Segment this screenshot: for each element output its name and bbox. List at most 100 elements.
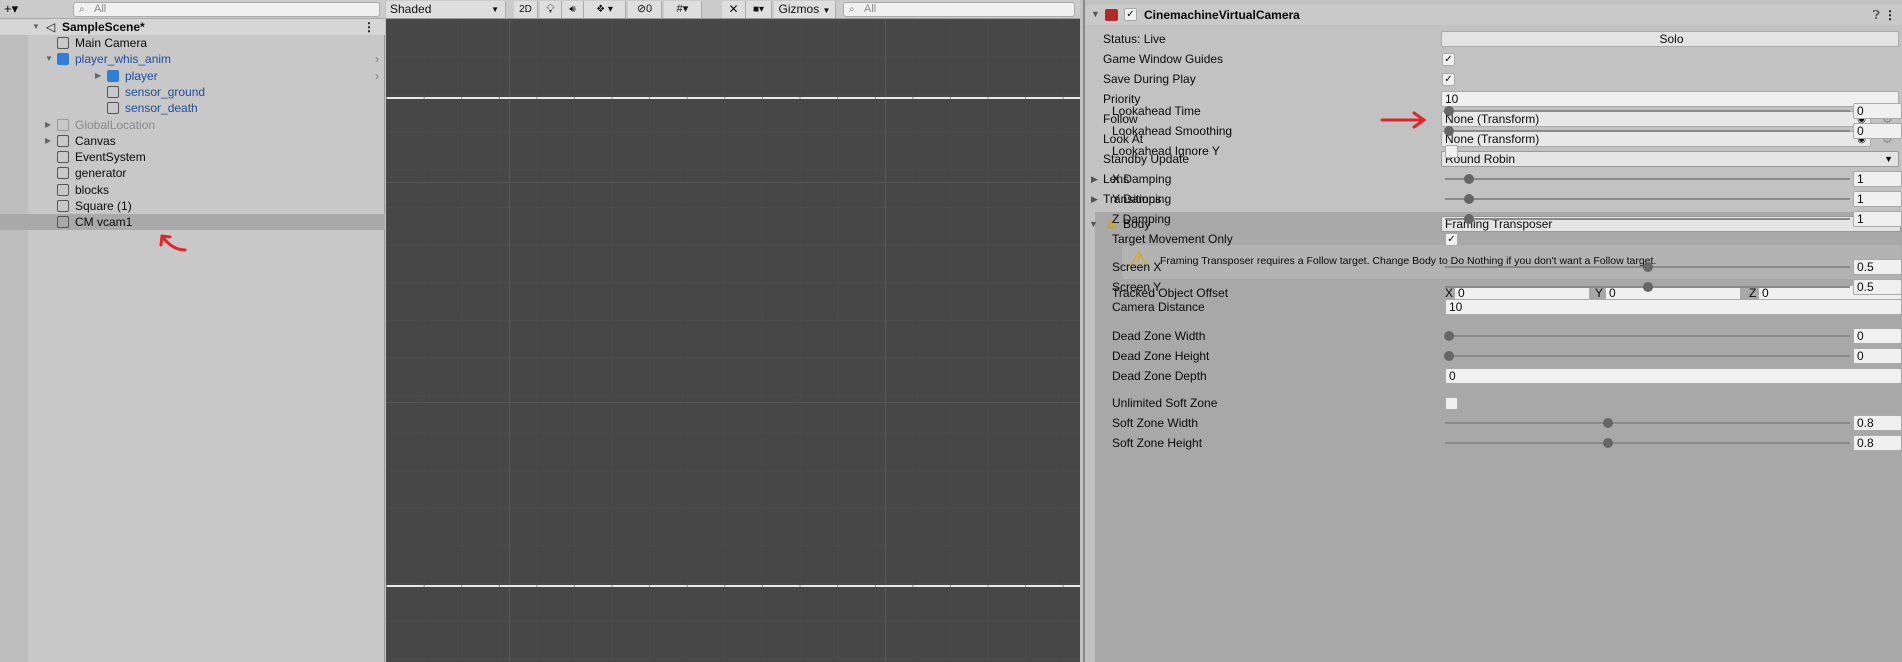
body-row-unlimited-soft-zone: Unlimited Soft Zone [1095,394,1902,412]
scene-root-row[interactable]: ▼ ◁ SampleScene* ⋮ [0,19,385,35]
screen-x-value-field[interactable]: 0.5 [1853,259,1902,275]
lookahead-smoothing-slider-track[interactable] [1445,130,1850,132]
field-label: Game Window Guides [1103,52,1224,66]
hierarchy-item-generator[interactable]: generator [0,165,385,181]
component-enabled-checkbox[interactable]: ✓ [1124,8,1137,21]
body-row-camera-distance: Camera Distance 10 [1095,298,1902,316]
hierarchy-item-blocks[interactable]: blocks [0,182,385,198]
dead-zone-height-value-field[interactable]: 0 [1853,348,1902,364]
lookahead-time-slider-handle[interactable] [1444,106,1454,116]
audio-toggle-icon[interactable]: 🔊︎ [562,1,584,18]
hierarchy-item-canvas[interactable]: ▶ Canvas [0,133,385,149]
collapse-arrow-icon[interactable]: ▼ [1091,5,1100,23]
dead-zone-width-value-field[interactable]: 0 [1853,328,1902,344]
save-during-play-checkbox[interactable]: ✓ [1442,73,1455,86]
expand-arrow-icon[interactable]: ▶ [45,133,51,149]
body-row-soft-zone-height: Soft Zone Height 0.8 [1095,434,1902,452]
dead-zone-width-slider-track[interactable] [1445,335,1850,337]
z-damping-value-field[interactable]: 1 [1853,211,1902,227]
tools-icon[interactable]: ✕ [722,1,746,18]
help-icon[interactable]: ❓︎ [1873,6,1880,24]
shading-mode-dropdown[interactable]: Shaded ▼ [386,1,506,18]
z-damping-slider-handle[interactable] [1463,214,1474,224]
chevron-right-icon[interactable]: › [375,51,379,67]
field-label: Lookahead Smoothing [1112,124,1233,138]
annotation-arrow [159,234,187,252]
field-label: Unlimited Soft Zone [1112,396,1218,410]
expand-arrow-icon[interactable]: ▼ [45,51,53,67]
dead-zone-height-slider-handle[interactable] [1444,351,1454,361]
grid-snap-dropdown-icon[interactable]: #▾ [664,1,702,18]
dead-zone-width-slider-handle[interactable] [1444,331,1454,341]
soft-zone-height-slider-track[interactable] [1445,442,1850,444]
expand-arrow-icon[interactable]: ▶ [45,117,51,133]
hierarchy-item-sensor-death[interactable]: sensor_death [0,100,385,116]
item-name: sensor_ground [125,84,206,99]
more-options-icon[interactable]: ⋮ [363,19,375,35]
expand-arrow-icon[interactable]: ▶ [95,68,101,84]
hierarchy-item-sensor-ground[interactable]: sensor_ground [0,84,385,100]
game-window-guides-checkbox[interactable]: ✓ [1442,53,1455,66]
field-label: Soft Zone Width [1112,416,1199,430]
x-damping-value-field[interactable]: 1 [1853,171,1902,187]
x-damping-slider-track[interactable] [1445,178,1850,180]
gizmos-dropdown[interactable]: Gizmos ▼ [774,1,836,18]
2d-toggle[interactable]: 2D [514,1,538,18]
soft-zone-height-value-field[interactable]: 0.8 [1853,435,1902,451]
status-label: Status: Live [1103,32,1166,46]
hierarchy-item-player[interactable]: ▶ player › [0,68,385,84]
gameobject-cube-icon [107,85,119,98]
dead-zone-height-slider-track[interactable] [1445,355,1850,357]
hierarchy-search-input[interactable]: ⌕ All [73,2,380,17]
lookahead-time-value-field[interactable]: 0 [1853,103,1902,119]
component-header[interactable]: ▼ ✓ CinemachineVirtualCamera ❓︎ ⋮ [1085,5,1902,25]
hierarchy-item-eventsystem[interactable]: EventSystem [0,149,385,165]
scene-search-input[interactable]: ⌕ All [843,2,1075,17]
body-row-lookahead-time: Lookahead Time 0 [1095,102,1902,120]
add-menu-button[interactable]: +▾ [4,1,18,17]
lookahead-time-slider-track[interactable] [1445,110,1850,112]
solo-button[interactable]: Solo [1441,31,1899,47]
hidden-objects-toggle[interactable]: ⊘0 [628,1,662,18]
scene-view[interactable]: Shaded ▼ 2D 💡︎ 🔊︎ ❖ ▾ ⊘0 #▾ ✕ ■▾ Gizmos ▼… [386,0,1080,662]
screen-y-slider-handle[interactable] [1642,282,1653,292]
hierarchy-item-main-camera[interactable]: Main Camera [0,35,385,51]
soft-zone-width-slider-track[interactable] [1445,422,1850,424]
more-options-icon[interactable]: ⋮ [1884,6,1896,24]
x-damping-slider-handle[interactable] [1463,174,1474,184]
unlimited-soft-zone-checkbox[interactable] [1445,397,1458,410]
hierarchy-item-player-whis-anim[interactable]: ▼ player_whis_anim › [0,51,385,67]
hierarchy-panel: +▾ ⌕ All ▼ ◁ SampleScene* ⋮ Main Camera ▼ p… [0,0,385,662]
y-damping-slider-track[interactable] [1445,198,1850,200]
body-row-dead-zone-depth: Dead Zone Depth 0 [1095,367,1902,385]
y-damping-value-field[interactable]: 1 [1853,191,1902,207]
hierarchy-item-square-1[interactable]: Square (1) [0,198,385,214]
screen-y-value-field[interactable]: 0.5 [1853,279,1902,295]
soft-zone-width-slider-handle[interactable] [1602,418,1613,428]
hierarchy-item-cm-vcam1[interactable]: CM vcam1 [0,214,385,231]
field-label: Soft Zone Height [1112,436,1203,450]
eye-slash-icon: ⊘ [636,3,647,15]
dead-zone-depth-field[interactable]: 0 [1445,368,1902,384]
hierarchy-item-globallocation[interactable]: ▶ GlobalLocation [0,117,385,133]
lookahead-smoothing-value-field[interactable]: 0 [1853,123,1902,139]
effects-dropdown-icon[interactable]: ❖ ▾ [584,1,626,18]
scene-name: SampleScene* [62,20,145,34]
screen-x-slider-handle[interactable] [1642,262,1653,272]
lighting-toggle-icon[interactable]: 💡︎ [540,1,562,18]
target-movement-only-checkbox[interactable]: ✓ [1445,233,1458,246]
soft-zone-width-value-field[interactable]: 0.8 [1853,415,1902,431]
expand-arrow-icon[interactable]: ▼ [32,19,40,35]
lookahead-smoothing-slider-handle[interactable] [1444,126,1454,136]
z-damping-slider-track[interactable] [1445,218,1850,220]
field-label: Z Damping [1112,212,1171,226]
y-damping-slider-handle[interactable] [1463,194,1474,204]
annotation-arrow [1380,111,1427,129]
camera-distance-field[interactable]: 10 [1445,299,1902,315]
soft-zone-height-slider-handle[interactable] [1602,438,1613,448]
field-label: Lookahead Time [1112,104,1201,118]
lookahead-ignore-y-checkbox[interactable] [1445,145,1458,158]
chevron-right-icon[interactable]: › [375,68,379,84]
camera-dropdown-icon[interactable]: ■▾ [746,1,772,18]
scene-toolbar: Shaded ▼ 2D 💡︎ 🔊︎ ❖ ▾ ⊘0 #▾ ✕ ■▾ Gizmos ▼… [386,0,1080,19]
